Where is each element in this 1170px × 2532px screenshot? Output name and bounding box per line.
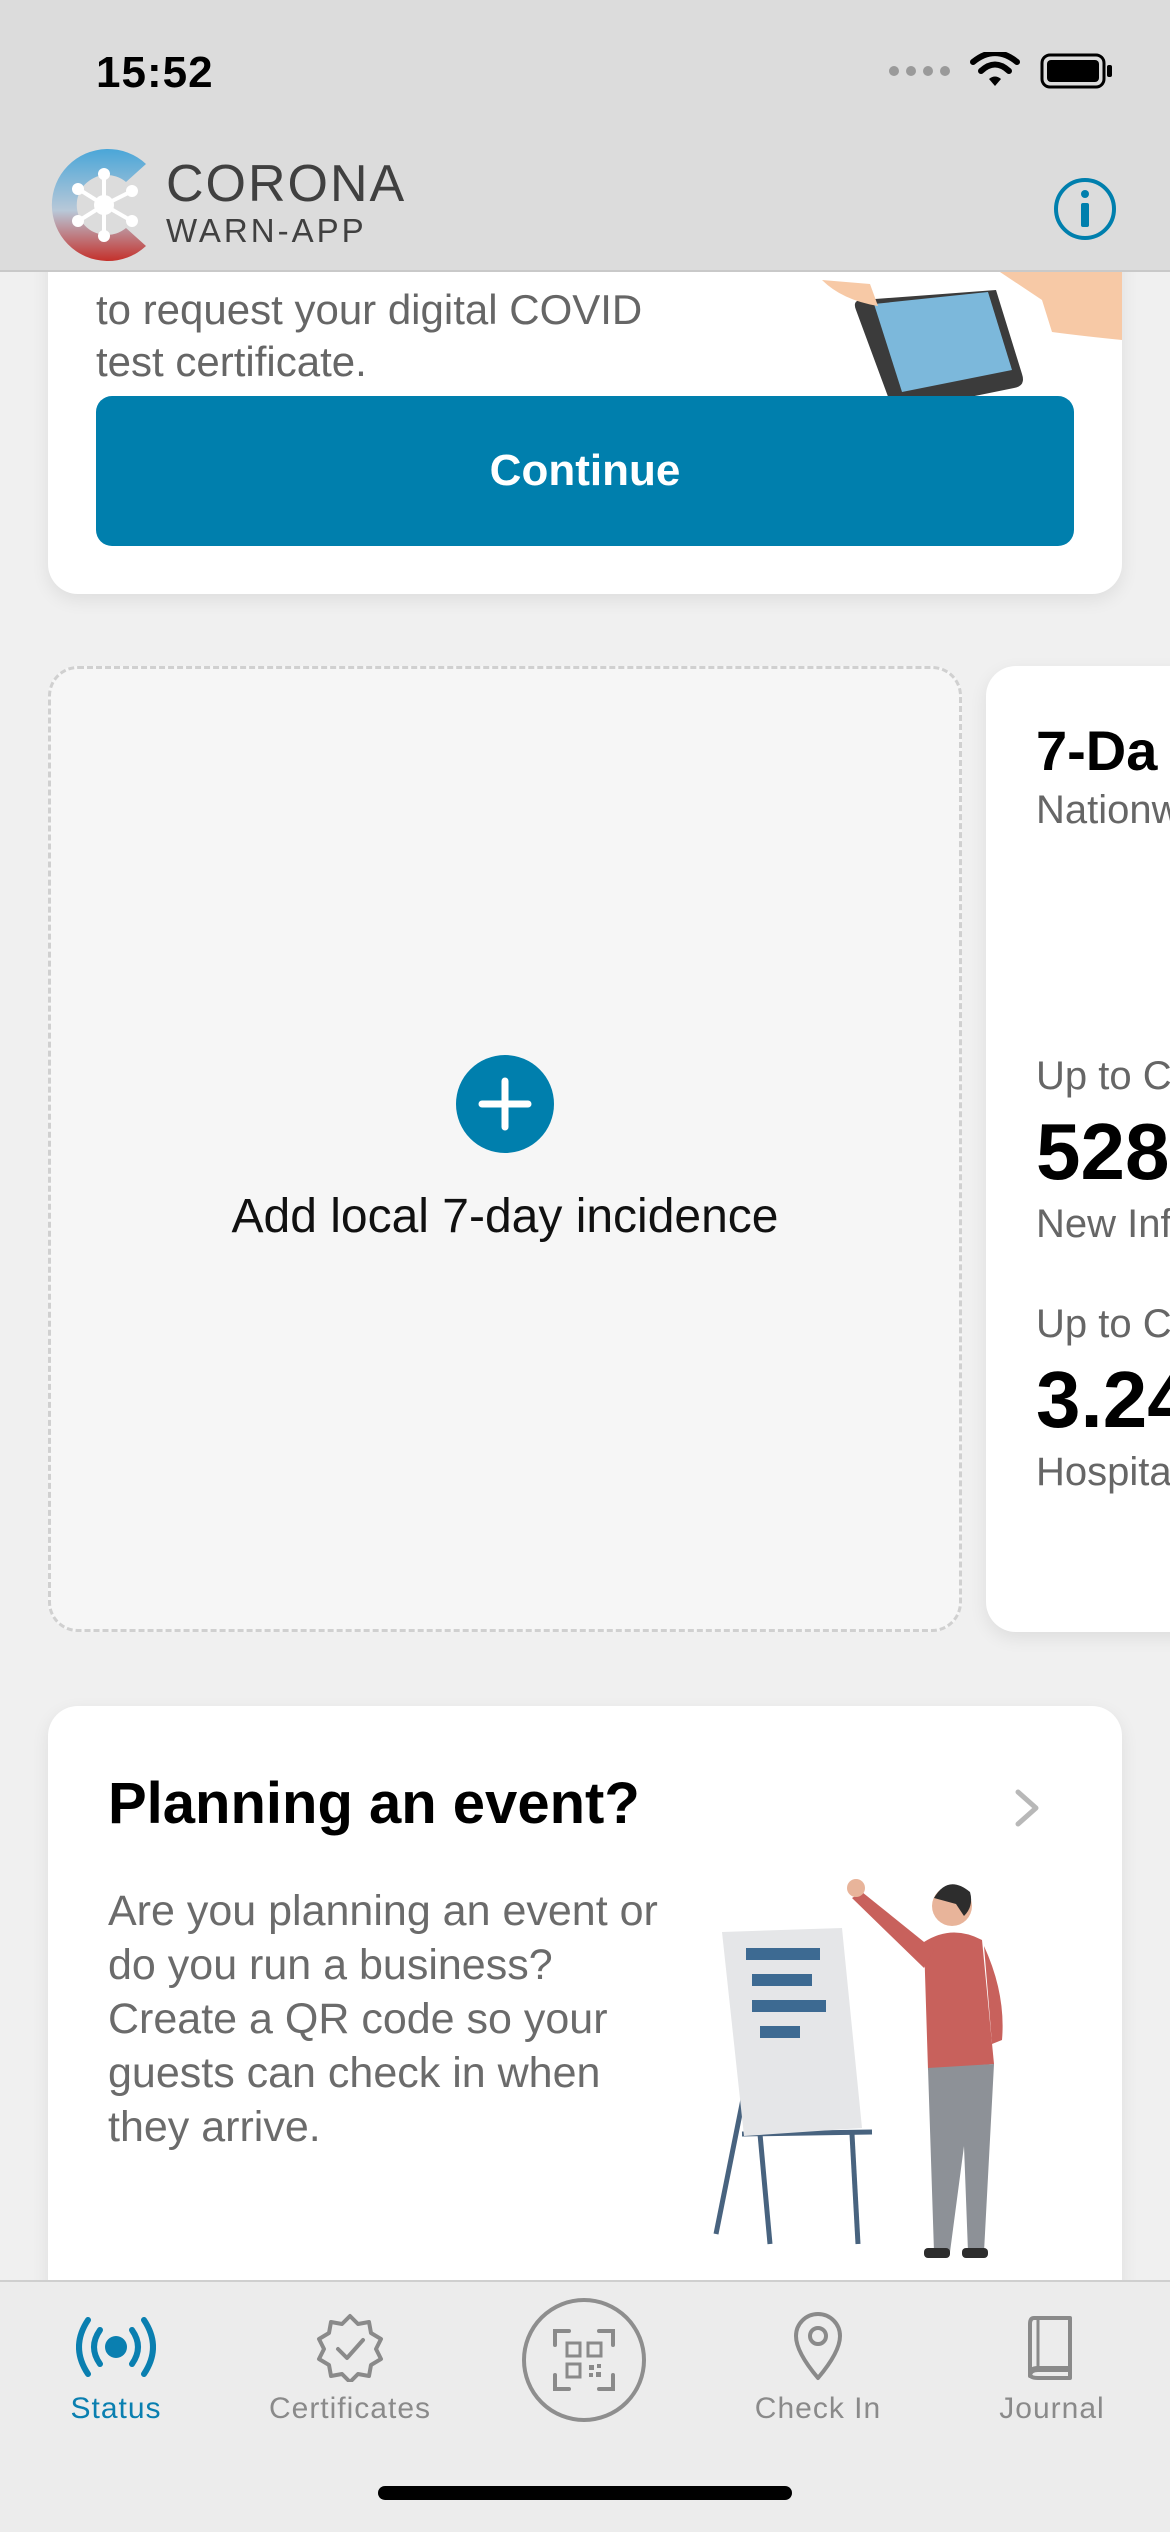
event-card-body: Are you planning an event or do you run … [108,1887,658,2151]
brand-line1: CORONA [166,155,407,213]
tab-journal[interactable]: Journal [952,2312,1152,2426]
journal-book-icon [1028,2316,1072,2380]
hospitalization-caption: Up to C [1036,1302,1170,1346]
info-circle-icon[interactable] [1052,176,1118,242]
plus-circle-icon[interactable] [456,1054,554,1153]
tab-status-label: Status [70,2392,162,2425]
infections-label: New Inf [1036,1202,1170,1246]
test-certificate-text: to request your digital COVID test certi… [96,284,642,388]
status-bar-icons [889,52,1114,90]
infections-caption: Up to C [1036,1054,1170,1098]
event-card-title: Planning an event? [108,1771,640,1836]
top-header-bar: 15:52 CORONA WARN-APP [0,0,1170,272]
infections-value: 528 [1036,1107,1170,1196]
home-indicator [378,2486,792,2500]
battery-icon [1040,53,1112,89]
scan-qr-button[interactable] [522,2298,646,2422]
wifi-icon [970,52,1020,86]
presenter-flipchart-illustration [713,1879,1003,2258]
chevron-right-icon [1015,1789,1039,1827]
tab-check-in-label: Check In [754,2392,882,2425]
screen: to request your digital COVID test certi… [0,0,1170,2532]
add-incidence-label: Add local 7-day incidence [231,1189,779,1243]
tab-check-in[interactable]: Check In [718,2312,918,2426]
statistics-subtitle: Nationw [1036,788,1170,832]
test-certificate-text-line2: test certificate. [96,338,367,385]
cellular-signal-icon [889,66,950,76]
tab-journal-label: Journal [999,2392,1105,2425]
status-bar-time: 15:52 [96,48,214,97]
broadcast-icon [76,2317,156,2377]
qr-scan-icon [553,2329,615,2391]
certificate-badge-icon [317,2314,383,2382]
corona-warn-app-logo [51,149,147,261]
tab-certificates[interactable]: Certificates [250,2312,450,2426]
nationwide-statistics-card[interactable]: 7-Da Nationw Up to C 528 New Inf Up to C… [986,666,1170,1632]
brand-wordmark: CORONA WARN-APP [166,158,406,250]
hospitalization-label: Hospita [1036,1450,1170,1494]
tab-certificates-label: Certificates [268,2392,432,2425]
test-certificate-text-line1: to request your digital COVID [96,286,643,333]
continue-button[interactable]: Continue [96,396,1074,546]
add-local-incidence-card[interactable]: Add local 7-day incidence [48,666,962,1632]
location-pin-icon [794,2312,842,2380]
hospitalization-value: 3.24 [1036,1355,1170,1444]
brand-line2: WARN-APP [166,212,367,249]
statistics-title: 7-Da [1036,719,1158,782]
tab-status[interactable]: Status [16,2312,216,2426]
